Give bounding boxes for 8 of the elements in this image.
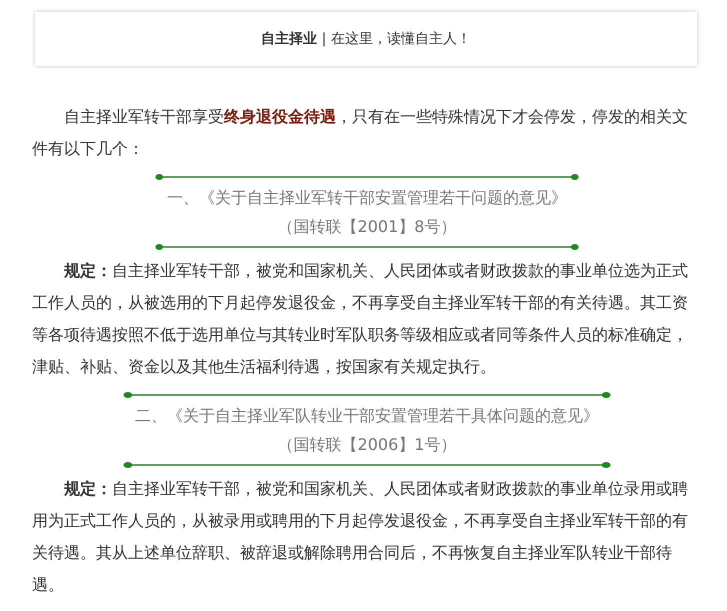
- document-title: 二、《关于自主择业军队转业干部安置管理若干具体问题的意见》: [135, 405, 599, 427]
- banner-text: 自主择业 | 在这里，读懂自主人！: [261, 30, 471, 48]
- document-number: （国转联【2006】1号）: [278, 434, 456, 456]
- intro-paragraph: 自主择业军转干部享受终身退役金待遇，只有在一些特殊情况下才会停发，停发的相关文件有以下几个：: [32, 106, 689, 160]
- document-number: （国转联【2001】8号）: [278, 216, 456, 238]
- rule-paragraph: 规定：自主择业军转干部，被党和国家机关、人民团体或者财政拨款的事业单位选为正式工作人员的，从被选用的下月起停发退役金，不再享受自主择业军转干部的有关待遇。其工资等各项待遇按照不低于选用单位与其转业时军队职务等级相应或者同等条件人员的标准确定，津贴、补贴、资金以及其他生活福利待遇，按国家有关规定执行。: [32, 260, 689, 378]
- document-title: 一、《关于自主择业军转干部安置管理若干问题的意见》: [167, 187, 567, 209]
- rule-paragraph: 规定：自主择业军转干部，被党和国家机关、人民团体或者财政拨款的事业单位录用或聘用为正式工作人员的，从被录用或聘用的下月起停发退役金，不再享受自主择业军转干部的有关待遇。其从上述单位辞职、被辞退或解除聘用合同后，不再恢复自主择业军队转业干部待遇。: [32, 478, 689, 596]
